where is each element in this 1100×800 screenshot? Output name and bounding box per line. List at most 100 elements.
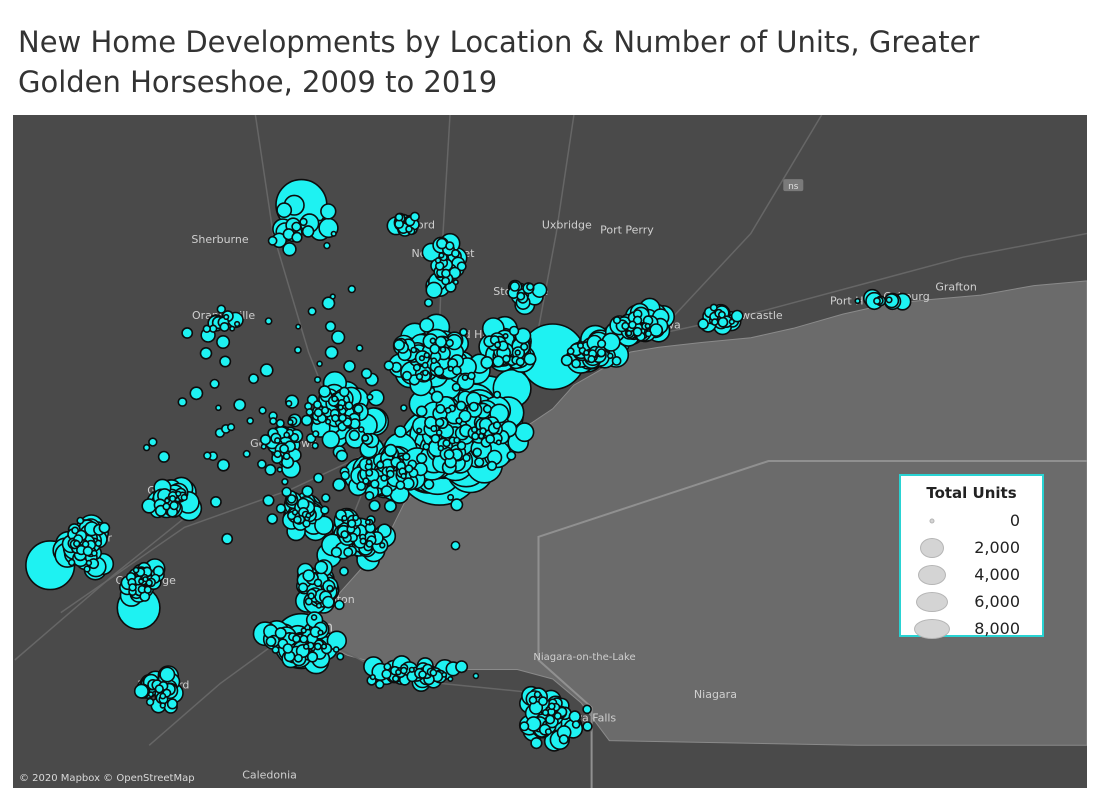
development-marker[interactable] (199, 347, 213, 360)
development-marker[interactable] (717, 316, 729, 328)
development-marker[interactable] (315, 602, 323, 609)
development-marker[interactable] (279, 443, 289, 454)
development-marker[interactable] (338, 413, 347, 423)
development-marker[interactable] (394, 212, 404, 222)
development-marker[interactable] (854, 297, 861, 305)
development-marker[interactable] (257, 459, 267, 469)
development-marker[interactable] (456, 261, 467, 272)
development-marker[interactable] (181, 327, 194, 339)
development-marker[interactable] (293, 653, 303, 663)
development-marker[interactable] (307, 306, 317, 316)
development-marker[interactable] (337, 404, 344, 411)
development-marker[interactable] (233, 398, 247, 412)
development-marker[interactable] (330, 546, 343, 558)
development-marker[interactable] (169, 495, 177, 503)
development-marker[interactable] (318, 385, 331, 398)
development-marker[interactable] (435, 417, 445, 428)
development-marker[interactable] (264, 317, 273, 325)
development-marker[interactable] (533, 690, 542, 699)
development-marker[interactable] (587, 355, 596, 364)
development-marker[interactable] (450, 248, 460, 258)
development-marker[interactable] (455, 417, 463, 425)
development-marker[interactable] (394, 425, 407, 438)
development-marker[interactable] (164, 497, 171, 504)
development-marker[interactable] (495, 439, 502, 446)
development-marker[interactable] (362, 477, 370, 485)
development-marker[interactable] (366, 393, 374, 401)
development-marker[interactable] (558, 734, 569, 745)
development-marker[interactable] (421, 361, 429, 369)
development-marker[interactable] (452, 279, 459, 286)
development-marker[interactable] (316, 360, 323, 368)
development-marker[interactable] (82, 546, 94, 557)
development-marker[interactable] (246, 416, 254, 425)
development-marker[interactable] (216, 335, 231, 350)
development-marker[interactable] (314, 560, 329, 575)
development-marker[interactable] (331, 330, 346, 345)
development-marker[interactable] (376, 460, 385, 470)
development-marker[interactable] (364, 519, 371, 526)
development-marker[interactable] (625, 330, 633, 337)
development-marker[interactable] (425, 281, 443, 299)
development-marker[interactable] (494, 341, 502, 349)
development-marker[interactable] (248, 373, 259, 385)
development-marker[interactable] (321, 430, 340, 449)
development-marker[interactable] (430, 357, 438, 364)
development-marker[interactable] (344, 401, 354, 411)
development-marker[interactable] (321, 493, 331, 503)
development-marker[interactable] (335, 449, 349, 462)
development-marker[interactable] (482, 404, 492, 414)
development-marker[interactable] (451, 382, 461, 392)
development-marker[interactable] (359, 537, 367, 545)
development-marker[interactable] (423, 298, 434, 308)
development-marker[interactable] (408, 666, 415, 673)
development-marker[interactable] (370, 479, 380, 489)
development-marker[interactable] (383, 499, 397, 513)
development-marker[interactable] (419, 317, 435, 333)
development-marker[interactable] (468, 401, 479, 412)
development-marker[interactable] (445, 338, 454, 348)
development-marker[interactable] (547, 702, 556, 711)
development-marker[interactable] (331, 395, 339, 403)
development-marker[interactable] (302, 569, 316, 582)
development-marker[interactable] (525, 716, 542, 732)
development-marker[interactable] (215, 404, 222, 412)
development-marker[interactable] (873, 297, 881, 305)
development-marker[interactable] (467, 371, 476, 381)
development-marker[interactable] (520, 342, 529, 351)
development-marker[interactable] (265, 636, 277, 647)
development-marker[interactable] (340, 470, 351, 481)
development-marker[interactable] (423, 478, 435, 490)
development-marker[interactable] (223, 313, 230, 321)
development-marker[interactable] (380, 474, 388, 482)
development-marker[interactable] (444, 406, 452, 414)
development-marker[interactable] (514, 422, 535, 443)
development-marker[interactable] (276, 202, 293, 219)
development-marker[interactable] (416, 427, 423, 434)
development-marker[interactable] (326, 584, 334, 593)
development-marker[interactable] (276, 466, 283, 473)
development-marker[interactable] (553, 711, 562, 720)
development-marker[interactable] (386, 469, 395, 479)
development-marker[interactable] (347, 519, 357, 529)
development-marker[interactable] (310, 614, 318, 621)
development-marker[interactable] (611, 355, 622, 366)
development-marker[interactable] (242, 449, 251, 458)
development-marker[interactable] (143, 585, 152, 594)
development-marker[interactable] (441, 276, 450, 286)
development-marker[interactable] (352, 514, 360, 522)
development-marker[interactable] (502, 333, 509, 340)
development-marker[interactable] (445, 241, 455, 251)
development-marker[interactable] (462, 453, 471, 463)
development-marker[interactable] (418, 355, 426, 362)
development-marker[interactable] (415, 372, 424, 381)
development-marker[interactable] (492, 421, 502, 430)
development-marker[interactable] (159, 702, 167, 709)
development-marker[interactable] (299, 634, 309, 644)
development-marker[interactable] (229, 325, 236, 332)
development-marker[interactable] (433, 365, 445, 377)
development-marker[interactable] (166, 698, 178, 710)
development-marker[interactable] (148, 437, 158, 447)
development-marker[interactable] (492, 355, 505, 368)
development-marker[interactable] (621, 321, 630, 331)
